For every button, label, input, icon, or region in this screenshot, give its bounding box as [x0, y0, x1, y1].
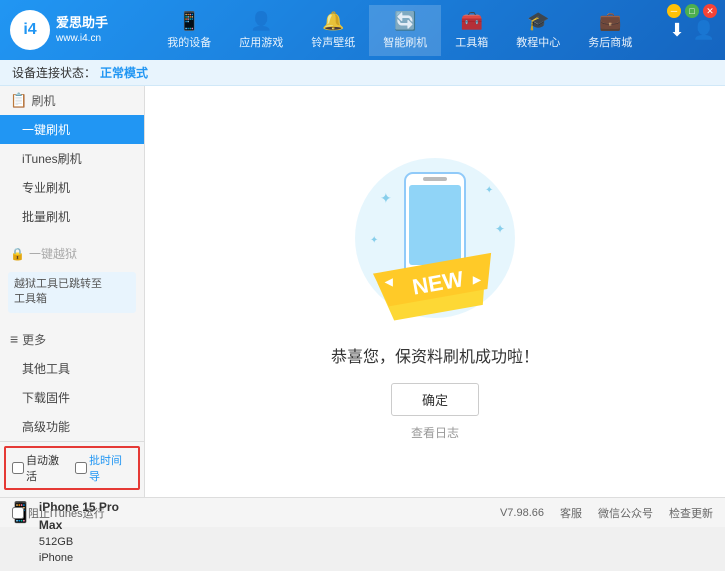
flash-nav-icon: 🔄	[394, 11, 416, 32]
success-message: 恭喜您，保资料刷机成功啦！	[331, 343, 539, 367]
device-nav-icon: 📱	[178, 11, 200, 32]
success-illustration: NEW ✦ ✦ ✦ ✦ ▶ ◀	[325, 143, 545, 343]
minimize-button[interactable]: ─	[667, 4, 681, 18]
sidebar-item-advanced[interactable]: 高级功能	[0, 412, 144, 441]
sidebar-item-other-tools[interactable]: 其他工具	[0, 354, 144, 383]
wechat-link[interactable]: 微信公众号	[598, 505, 653, 521]
sidebar: 📋 刷机 一键刷机 iTunes刷机 专业刷机 批量刷机 🔒 一键越狱 越狱工具…	[0, 86, 145, 497]
bottom-right: V7.98.66 客服 微信公众号 检查更新	[500, 505, 713, 521]
flash-section-header: 📋 刷机	[0, 86, 144, 115]
customer-service-link[interactable]: 客服	[560, 505, 582, 521]
check-update-link[interactable]: 检查更新	[669, 505, 713, 521]
top-nav-bar: i4 爱思助手 www.i4.cn 📱 我的设备 👤 应用游戏 🔔 铃声壁纸	[0, 0, 725, 60]
download-icon[interactable]: ⬇	[669, 20, 684, 41]
svg-text:◀: ◀	[384, 277, 393, 288]
sidebar-item-download-firm[interactable]: 下载固件	[0, 383, 144, 412]
svg-text:✦: ✦	[495, 222, 505, 236]
nav-smart-flash[interactable]: 🔄 智能刷机	[369, 5, 441, 56]
device-type: iPhone	[39, 550, 136, 567]
nav-app-games[interactable]: 👤 应用游戏	[225, 5, 297, 56]
more-section-icon: ≡	[10, 331, 18, 347]
nav-toolbox[interactable]: 🧰 工具箱	[441, 5, 502, 56]
lock-icon: 🔒	[10, 247, 25, 261]
svg-text:✦: ✦	[370, 235, 378, 246]
sidebar-item-itunes-flash[interactable]: iTunes刷机	[0, 144, 144, 173]
version-label: V7.98.66	[500, 507, 544, 519]
bottom-left: 阻止iTunes运行	[12, 505, 105, 521]
service-nav-icon: 💼	[599, 11, 621, 32]
confirm-button[interactable]: 确定	[391, 383, 479, 416]
sidebar-item-pro-flash[interactable]: 专业刷机	[0, 173, 144, 202]
one-key-restore-section: 🔒 一键越狱	[0, 239, 144, 268]
sidebar-item-one-key-flash[interactable]: 一键刷机	[0, 115, 144, 144]
svg-text:✦: ✦	[380, 190, 392, 206]
nav-tutorial[interactable]: 🎓 教程中心	[502, 5, 574, 56]
status-bar: 设备连接状态： 正常模式	[0, 60, 725, 86]
nav-right-icons: ⬇ 👤	[669, 20, 715, 41]
flash-section-icon: 📋	[10, 92, 27, 109]
auto-row: 自动激活 批时间导	[4, 446, 140, 490]
auto-import-checkbox[interactable]: 批时间导	[75, 452, 132, 484]
sidebar-notice: 越狱工具已跳转至工具箱	[8, 272, 136, 313]
stop-itunes-checkbox[interactable]	[12, 507, 24, 519]
stop-itunes-label: 阻止iTunes运行	[28, 505, 105, 521]
user-icon[interactable]: 👤	[693, 20, 715, 41]
logo-icon: i4	[10, 10, 50, 50]
content-area: NEW ✦ ✦ ✦ ✦ ▶ ◀ 恭喜您，保资料刷机成功啦！ 确定 查看日志	[145, 86, 725, 497]
auto-activate-checkbox[interactable]: 自动激活	[12, 452, 69, 484]
logo-area: i4 爱思助手 www.i4.cn	[10, 10, 130, 50]
svg-text:✦: ✦	[485, 185, 493, 196]
main-layout: 📋 刷机 一键刷机 iTunes刷机 专业刷机 批量刷机 🔒 一键越狱 越狱工具…	[0, 86, 725, 497]
view-log-link[interactable]: 查看日志	[411, 424, 459, 441]
svg-text:▶: ▶	[472, 275, 482, 286]
nav-items: 📱 我的设备 👤 应用游戏 🔔 铃声壁纸 🔄 智能刷机 🧰 工具箱 🎓	[130, 5, 669, 56]
tutorial-nav-icon: 🎓	[527, 11, 549, 32]
auto-import-input[interactable]	[75, 462, 87, 474]
maximize-button[interactable]: □	[685, 4, 699, 18]
auto-activate-input[interactable]	[12, 462, 24, 474]
more-section-header: ≡ 更多	[0, 325, 144, 354]
app-nav-icon: 👤	[250, 11, 272, 32]
nav-service[interactable]: 💼 务后商城	[574, 5, 646, 56]
logo-text: 爱思助手 www.i4.cn	[56, 15, 108, 45]
nav-ringtones[interactable]: 🔔 铃声壁纸	[297, 5, 369, 56]
toolbox-nav-icon: 🧰	[461, 11, 483, 32]
nav-my-device[interactable]: 📱 我的设备	[153, 5, 225, 56]
sidebar-item-batch-flash[interactable]: 批量刷机	[0, 202, 144, 231]
ringtone-nav-icon: 🔔	[322, 11, 344, 32]
close-button[interactable]: ✕	[703, 4, 717, 18]
device-storage: 512GB	[39, 534, 136, 551]
